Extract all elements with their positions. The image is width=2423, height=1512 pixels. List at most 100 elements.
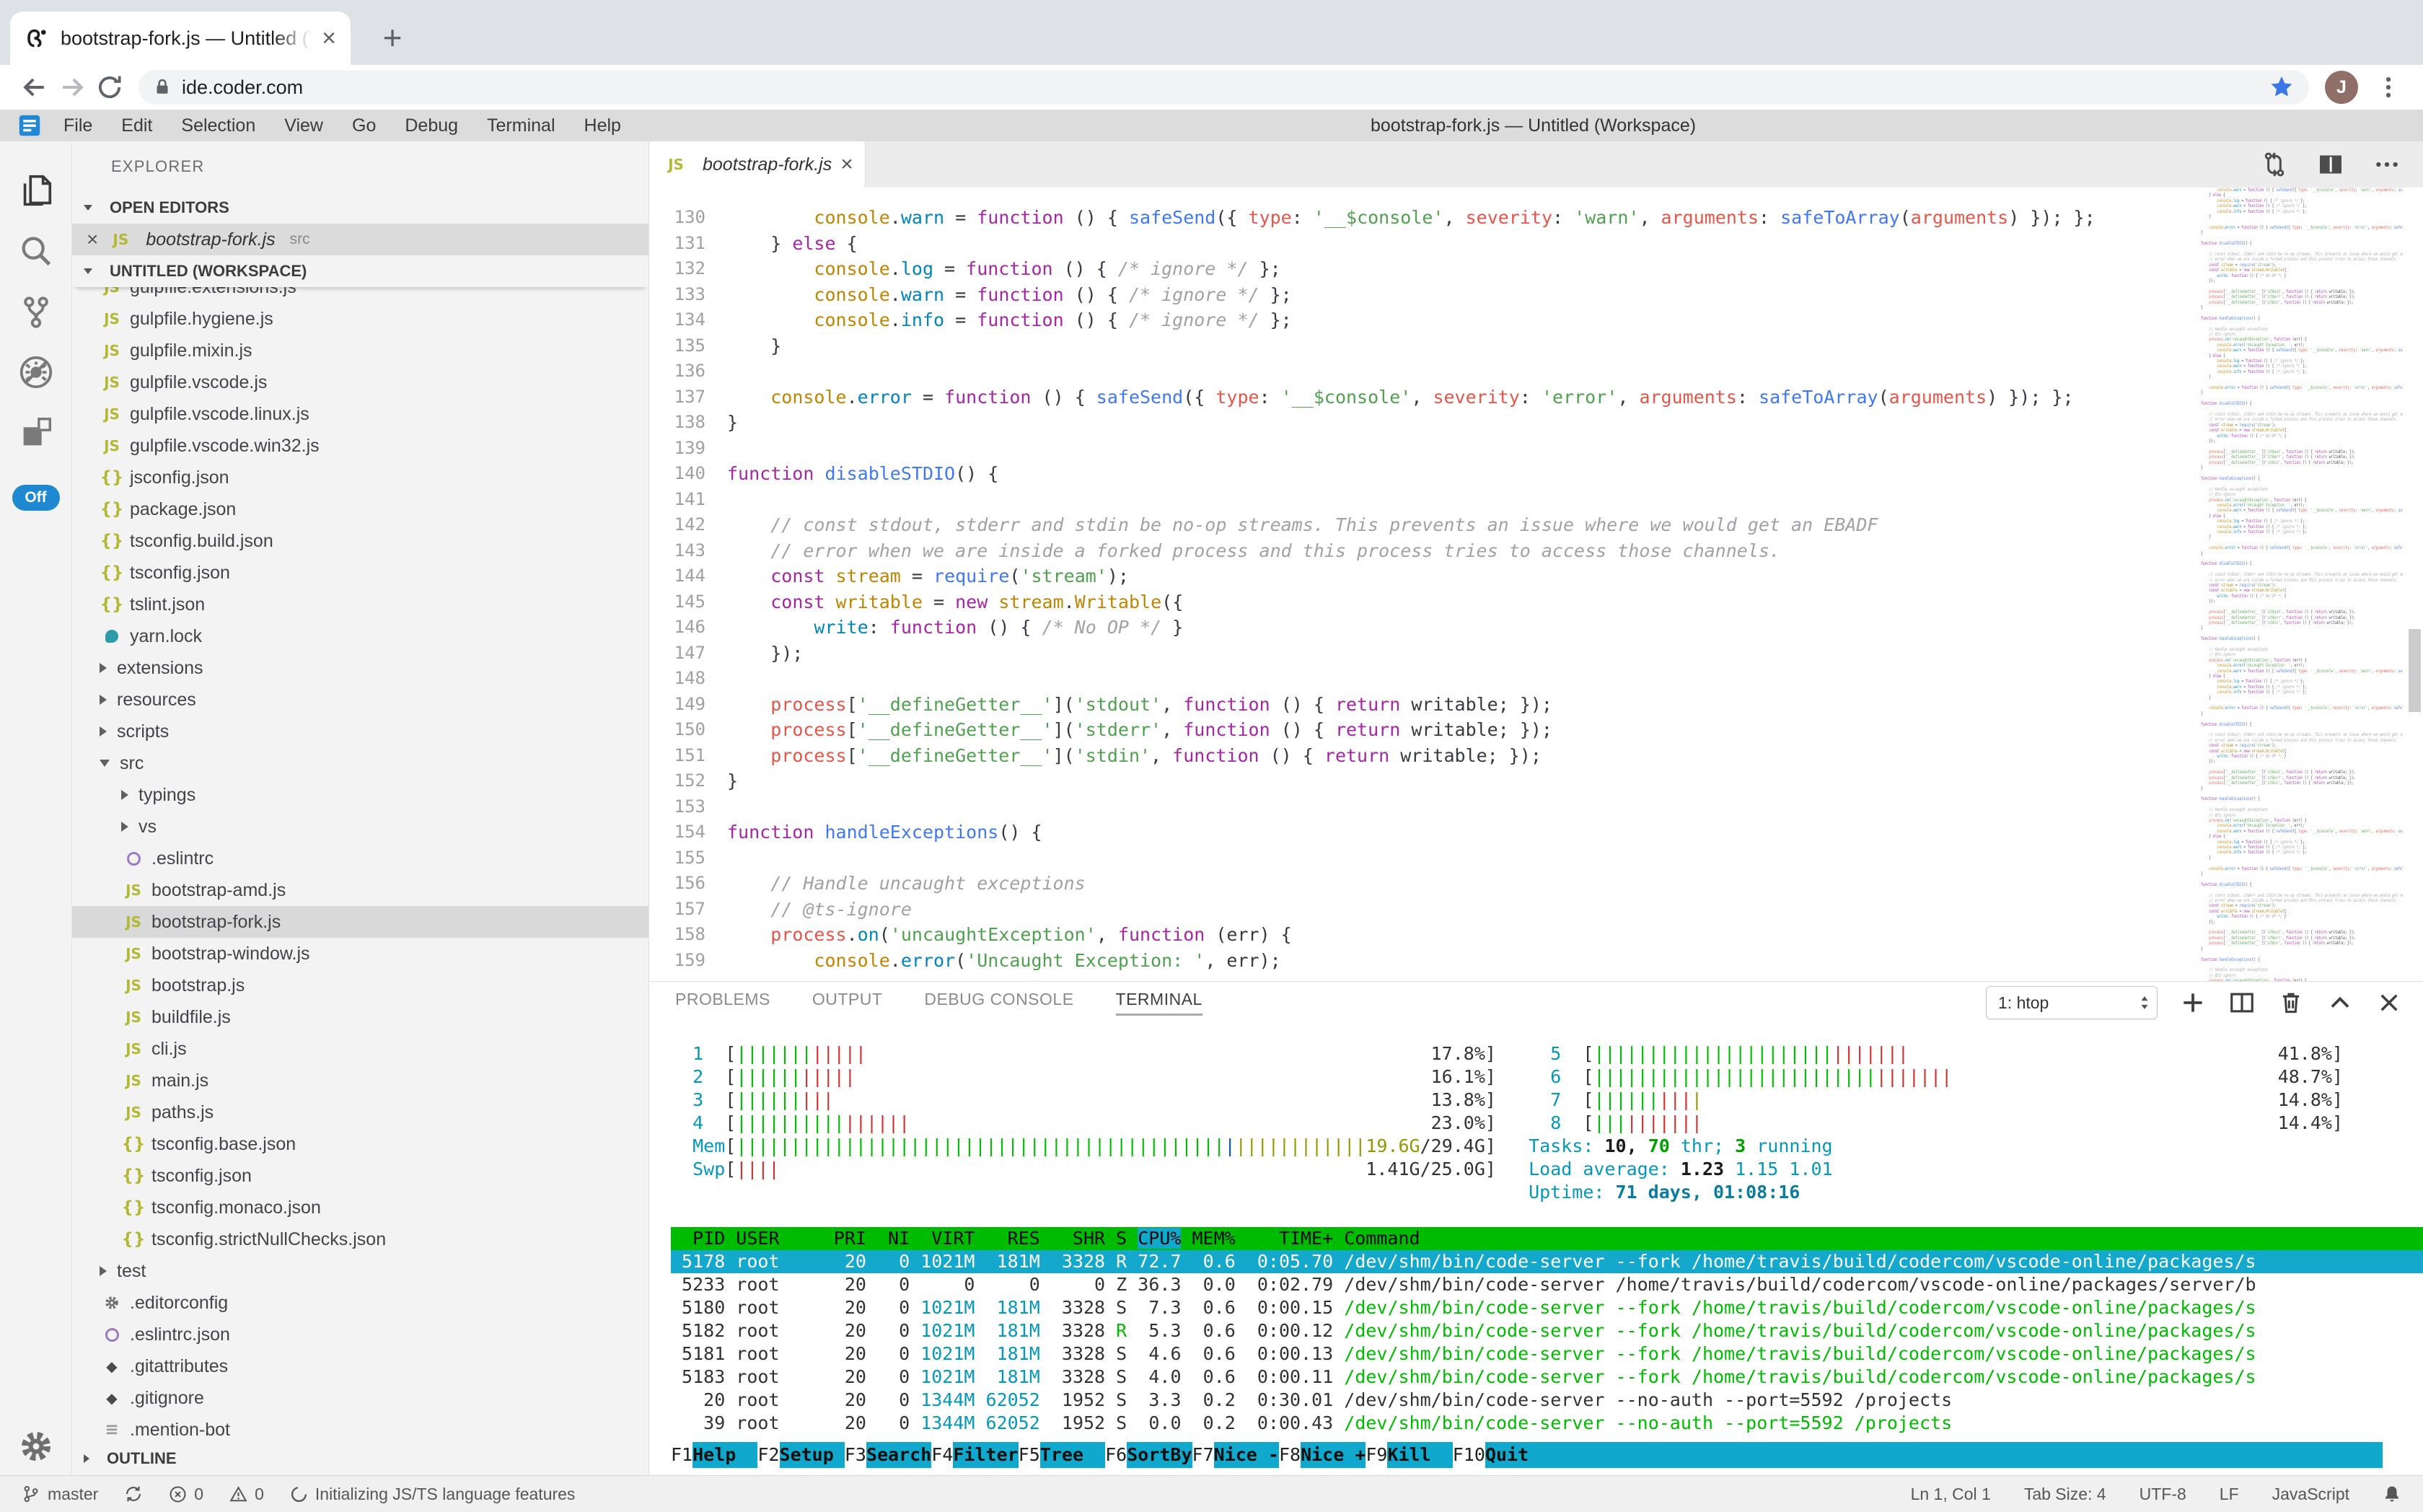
tree-item-resources[interactable]: resources bbox=[72, 684, 648, 716]
tree-item-tslint.json[interactable]: {}tslint.json bbox=[72, 589, 648, 620]
statusbar-0[interactable]: 0 bbox=[169, 1485, 203, 1504]
close-icon[interactable]: × bbox=[87, 229, 98, 250]
tree-item-scripts[interactable]: scripts bbox=[72, 716, 648, 747]
menu-selection[interactable]: Selection bbox=[167, 110, 270, 141]
tree-item-typings[interactable]: typings bbox=[72, 779, 648, 811]
tree-item-tsconfig.base.json[interactable]: {}tsconfig.base.json bbox=[72, 1128, 648, 1160]
menu-terminal[interactable]: Terminal bbox=[472, 110, 569, 141]
tree-item-cli.js[interactable]: JScli.js bbox=[72, 1033, 648, 1065]
tree-item-paths.js[interactable]: JSpaths.js bbox=[72, 1096, 648, 1128]
tree-item-bootstrap-fork.js[interactable]: JSbootstrap-fork.js bbox=[72, 906, 648, 938]
htop-process-row-5182[interactable]: 5182 root 20 0 1021M 181M 3328 R 5.3 0.6… bbox=[671, 1319, 2423, 1342]
statusbar-initializing-js-ts-language-features[interactable]: Initializing JS/TS language features bbox=[290, 1485, 576, 1504]
more-actions-icon[interactable] bbox=[2373, 150, 2401, 179]
statusbar-lf[interactable]: LF bbox=[2220, 1485, 2239, 1504]
statusbar-tab-size-4[interactable]: Tab Size: 4 bbox=[2024, 1485, 2106, 1504]
tree-item-gulpfile.vscode.linux.js[interactable]: JSgulpfile.vscode.linux.js bbox=[72, 398, 648, 430]
tree-item-jsconfig.json[interactable]: {}jsconfig.json bbox=[72, 462, 648, 493]
statusbar-0[interactable]: 0 bbox=[229, 1485, 264, 1504]
tab-close-icon[interactable]: × bbox=[322, 26, 336, 50]
kill-terminal-icon[interactable] bbox=[2277, 989, 2305, 1016]
tree-item-extensions[interactable]: extensions bbox=[72, 652, 648, 684]
editor-scrollbar[interactable] bbox=[2409, 629, 2421, 712]
tree-item-tsconfig.build.json[interactable]: {}tsconfig.build.json bbox=[72, 525, 648, 557]
tree-item-buildfile.js[interactable]: JSbuildfile.js bbox=[72, 1001, 648, 1033]
source-control-icon[interactable] bbox=[0, 281, 72, 342]
htop-process-row-5181[interactable]: 5181 root 20 0 1021M 181M 3328 S 4.6 0.6… bbox=[671, 1342, 2423, 1366]
statusbar-bell[interactable] bbox=[2383, 1485, 2401, 1503]
tree-item-.eslintrc.json[interactable]: .eslintrc.json bbox=[72, 1319, 648, 1350]
menu-view[interactable]: View bbox=[270, 110, 338, 141]
tree-item-tsconfig.json[interactable]: {}tsconfig.json bbox=[72, 1160, 648, 1192]
add-terminal-icon[interactable] bbox=[2179, 989, 2207, 1016]
tree-item-gulpfile.vscode.js[interactable]: JSgulpfile.vscode.js bbox=[72, 366, 648, 398]
menu-debug[interactable]: Debug bbox=[390, 110, 472, 141]
open-changes-icon[interactable] bbox=[2260, 150, 2289, 179]
statusbar-ln-1-col-1[interactable]: Ln 1, Col 1 bbox=[1911, 1485, 1991, 1504]
tree-item-bootstrap.js[interactable]: JSbootstrap.js bbox=[72, 970, 648, 1001]
browser-menu-icon[interactable] bbox=[2370, 69, 2407, 106]
tree-item-gulpfile.hygiene.js[interactable]: JSgulpfile.hygiene.js bbox=[72, 303, 648, 335]
extensions-icon[interactable] bbox=[0, 403, 72, 463]
fn-action-tree[interactable]: Tree bbox=[1040, 1442, 1105, 1468]
explorer-icon[interactable] bbox=[0, 160, 72, 221]
close-panel-icon[interactable] bbox=[2375, 989, 2403, 1016]
tree-item-.eslintrc[interactable]: .eslintrc bbox=[72, 843, 648, 874]
status-badge[interactable]: Off bbox=[12, 485, 60, 511]
split-editor-icon[interactable] bbox=[2316, 150, 2345, 179]
maximize-panel-icon[interactable] bbox=[2326, 989, 2354, 1016]
outline-header[interactable]: OUTLINE bbox=[72, 1442, 648, 1475]
tree-item-tsconfig.json[interactable]: {}tsconfig.json bbox=[72, 557, 648, 589]
back-button[interactable] bbox=[16, 69, 53, 106]
fn-action-filter[interactable]: Filter bbox=[953, 1442, 1018, 1468]
statusbar-javascript[interactable]: JavaScript bbox=[2272, 1485, 2349, 1504]
statusbar-sync[interactable] bbox=[124, 1485, 143, 1503]
tree-item-gulpfile.extensions.js[interactable]: JSgulpfile.extensions.js bbox=[72, 287, 648, 303]
debug-disabled-icon[interactable] bbox=[0, 342, 72, 403]
menu-help[interactable]: Help bbox=[570, 110, 636, 141]
tree-item-bootstrap-amd.js[interactable]: JSbootstrap-amd.js bbox=[72, 874, 648, 906]
fn-action-nice[interactable]: Nice - bbox=[1214, 1442, 1279, 1468]
tree-item-bootstrap-window.js[interactable]: JSbootstrap-window.js bbox=[72, 938, 648, 970]
workspace-header[interactable]: UNTITLED (WORKSPACE) bbox=[72, 255, 648, 287]
tree-item-gulpfile.vscode.win32.js[interactable]: JSgulpfile.vscode.win32.js bbox=[72, 430, 648, 462]
tree-item-.gitattributes[interactable]: ◆.gitattributes bbox=[72, 1350, 648, 1382]
tab-close-icon[interactable]: × bbox=[840, 154, 853, 175]
menu-file[interactable]: File bbox=[49, 110, 107, 141]
profile-avatar[interactable]: J bbox=[2325, 71, 2358, 104]
tree-item-main.js[interactable]: JSmain.js bbox=[72, 1065, 648, 1096]
fn-action-setup[interactable]: Setup bbox=[780, 1442, 845, 1468]
tree-item-.editorconfig[interactable]: .editorconfig bbox=[72, 1287, 648, 1319]
panel-tab-output[interactable]: OUTPUT bbox=[812, 990, 883, 1016]
fn-action-nice[interactable]: Nice + bbox=[1301, 1442, 1366, 1468]
tree-item-vs[interactable]: vs bbox=[72, 811, 648, 843]
panel-tab-debug-console[interactable]: DEBUG CONSOLE bbox=[924, 990, 1073, 1016]
fn-action-sortby[interactable]: SortBy bbox=[1127, 1442, 1192, 1468]
statusbar-utf-8[interactable]: UTF-8 bbox=[2140, 1485, 2186, 1504]
tree-item-package.json[interactable]: {}package.json bbox=[72, 493, 648, 525]
panel-tab-problems[interactable]: PROBLEMS bbox=[675, 990, 770, 1016]
editor-tab[interactable]: JS bootstrap-fork.js × bbox=[649, 141, 866, 188]
new-tab-button[interactable]: + bbox=[372, 17, 413, 58]
fn-action-kill[interactable]: Kill bbox=[1387, 1442, 1452, 1468]
minimap[interactable]: console.warn = function () { safeSend({ … bbox=[2201, 188, 2403, 981]
settings-gear-icon[interactable] bbox=[0, 1429, 72, 1464]
menu-edit[interactable]: Edit bbox=[107, 110, 167, 141]
tree-item-yarn.lock[interactable]: yarn.lock bbox=[72, 620, 648, 652]
tree-item-src[interactable]: src bbox=[72, 747, 648, 779]
open-editor-item[interactable]: × JS bootstrap-fork.js src bbox=[72, 224, 648, 255]
panel-tab-terminal[interactable]: TERMINAL bbox=[1116, 990, 1202, 1016]
open-editors-header[interactable]: OPEN EDITORS bbox=[72, 192, 648, 224]
menu-go[interactable]: Go bbox=[338, 110, 390, 141]
reload-button[interactable] bbox=[91, 69, 128, 106]
tree-item-test[interactable]: test bbox=[72, 1255, 648, 1287]
tree-item-tsconfig.strictNullChecks.json[interactable]: {}tsconfig.strictNullChecks.json bbox=[72, 1223, 648, 1255]
tree-item-tsconfig.monaco.json[interactable]: {}tsconfig.monaco.json bbox=[72, 1192, 648, 1223]
split-terminal-icon[interactable] bbox=[2228, 989, 2256, 1016]
forward-button[interactable] bbox=[53, 69, 91, 106]
tree-item-.gitignore[interactable]: ◆.gitignore bbox=[72, 1382, 648, 1414]
bookmark-star-icon[interactable] bbox=[2267, 73, 2296, 102]
htop-process-row-5233[interactable]: 5233 root 20 0 0 0 0 Z 36.3 0.0 0:02.79 … bbox=[671, 1273, 2423, 1296]
code-editor[interactable]: 130 console.warn = function () { safeSen… bbox=[649, 188, 2423, 981]
fn-action-quit[interactable]: Quit bbox=[1485, 1442, 2383, 1468]
